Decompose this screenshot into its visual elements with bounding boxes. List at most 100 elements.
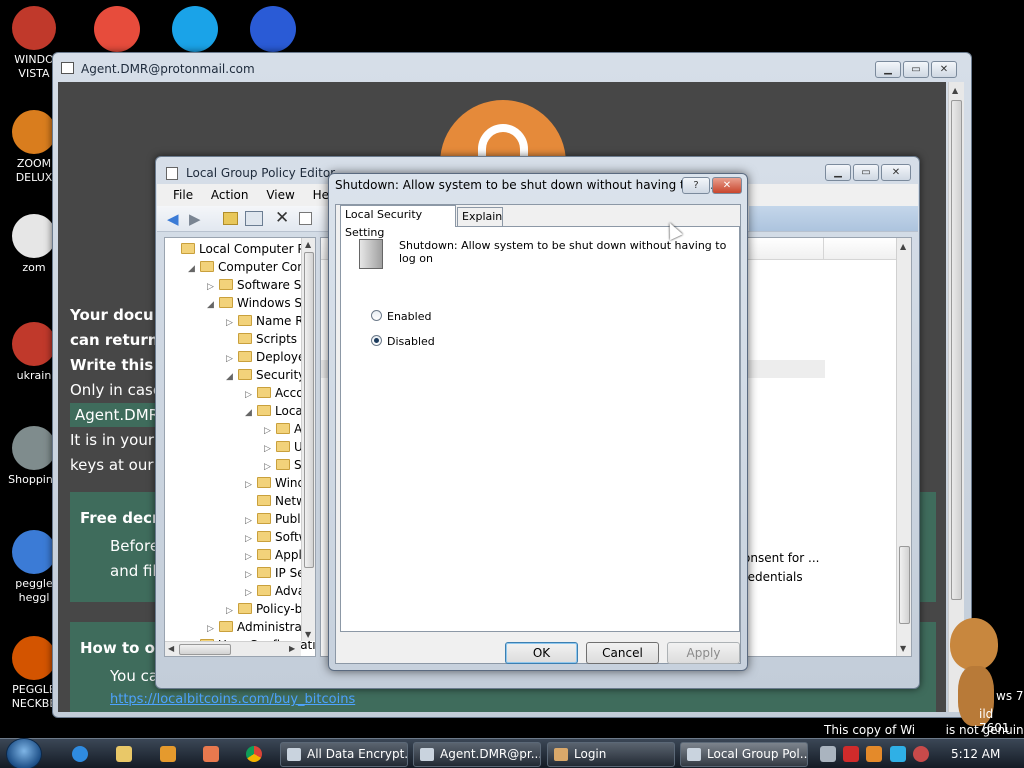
- gpe-task-icon: [687, 748, 701, 761]
- forward-arrow-icon[interactable]: ▶: [189, 210, 201, 228]
- tree-hscroll[interactable]: ◀ ▶: [165, 641, 301, 656]
- tree-node[interactable]: ▷ Deployed: [226, 348, 313, 366]
- menu-action[interactable]: Action: [211, 188, 249, 202]
- expand-arrow-icon[interactable]: ◢: [226, 368, 238, 386]
- tree-hscroll-thumb[interactable]: [179, 644, 231, 655]
- task-label-4: Local Group Pol...: [707, 747, 808, 761]
- tree-node[interactable]: Local Computer Polic: [169, 240, 316, 258]
- window-task-icon: [420, 748, 434, 761]
- folder-icon: [238, 351, 252, 362]
- tree-vscroll[interactable]: ▲ ▼: [301, 238, 315, 641]
- task-label-1: All Data Encrypt...: [307, 747, 408, 761]
- folder-icon: [238, 369, 252, 380]
- folder-icon: [181, 243, 195, 254]
- how-to-obtain-line-1: You ca: [110, 667, 159, 685]
- expand-arrow-icon[interactable]: ◢: [245, 404, 257, 422]
- gpe-close-button[interactable]: ✕: [881, 164, 911, 181]
- properties-icon[interactable]: [299, 212, 312, 225]
- tray-antivirus-icon[interactable]: [843, 746, 859, 762]
- clock[interactable]: 5:12 AM: [951, 747, 1000, 761]
- folder-icon: [276, 423, 290, 434]
- radio-disabled[interactable]: Disabled: [371, 335, 435, 348]
- tree-node-label: Local Computer Polic: [199, 242, 316, 256]
- cancel-button[interactable]: Cancel: [586, 642, 659, 664]
- menu-file[interactable]: File: [173, 188, 193, 202]
- windows-vista-glyph: [12, 6, 56, 50]
- task-all-data-encrypted[interactable]: All Data Encrypt...: [280, 742, 408, 767]
- task-agent-dmr[interactable]: Agent.DMR@pr...: [413, 742, 541, 767]
- right-item-2[interactable]: redentials: [743, 570, 803, 584]
- tree-node[interactable]: ▷ Software Setti: [207, 276, 315, 294]
- folder-icon: [257, 387, 271, 398]
- apply-button[interactable]: Apply: [667, 642, 740, 664]
- skype-icon[interactable]: [172, 6, 218, 52]
- folder-icon: [257, 495, 271, 506]
- tray-app-icon[interactable]: [866, 746, 882, 762]
- tray-monitor-icon[interactable]: [890, 746, 906, 762]
- watermark-build: ws 7: [996, 689, 1024, 703]
- tree-vscroll-thumb[interactable]: [304, 252, 314, 568]
- scroll-up-arrow[interactable]: ▲: [952, 86, 958, 95]
- tree-node[interactable]: ◢ Computer Config: [188, 258, 315, 278]
- internet-explorer-icon[interactable]: [72, 746, 88, 762]
- tray-network-icon[interactable]: [820, 746, 836, 762]
- radio-disabled-circle[interactable]: [371, 335, 382, 346]
- tab-explain[interactable]: Explain: [457, 207, 503, 227]
- right-vscroll[interactable]: ▲ ▼: [896, 238, 911, 656]
- delete-icon[interactable]: ✕: [275, 208, 289, 228]
- ransom-line-3: Write this I: [70, 356, 165, 374]
- app-icon[interactable]: [203, 746, 219, 762]
- dialog-close-button[interactable]: ✕: [712, 177, 742, 194]
- folder-icon: [238, 333, 252, 344]
- tab-local-security-setting[interactable]: Local Security Setting: [340, 205, 456, 239]
- taskbar: All Data Encrypt... Agent.DMR@pr... Logi…: [0, 738, 1024, 768]
- scroll-thumb[interactable]: [951, 100, 962, 600]
- back-arrow-icon[interactable]: ◀: [167, 210, 179, 228]
- gpe-minimize-button[interactable]: ▁: [825, 164, 851, 181]
- expand-arrow-icon[interactable]: ◢: [207, 296, 219, 314]
- window-task-icon: [287, 748, 301, 761]
- right-vscroll-thumb[interactable]: [899, 546, 910, 624]
- right-item-1[interactable]: onsent for ...: [743, 551, 819, 565]
- app-top-icon-2[interactable]: [94, 6, 140, 52]
- expand-arrow-icon[interactable]: ◢: [188, 260, 200, 278]
- folder-icon: [200, 261, 214, 272]
- minimize-button[interactable]: ▁: [875, 61, 901, 78]
- tray-speaker-icon[interactable]: [913, 746, 929, 762]
- task-label-2: Agent.DMR@pr...: [440, 747, 541, 761]
- ransom-window-title: Agent.DMR@protonmail.com: [81, 62, 255, 76]
- radio-enabled-label: Enabled: [387, 310, 432, 323]
- start-button[interactable]: [6, 738, 42, 768]
- folder-icon: [257, 477, 271, 488]
- menu-view[interactable]: View: [266, 188, 294, 202]
- maximize-button[interactable]: ▭: [903, 61, 929, 78]
- ok-button[interactable]: OK: [505, 642, 578, 664]
- chrome-icon[interactable]: [246, 746, 262, 762]
- radio-enabled-circle[interactable]: [371, 310, 382, 321]
- free-decrypt-line-1: Before: [110, 537, 160, 555]
- folder-icon: [257, 549, 271, 560]
- dialog-body: Local Security Setting Explain Shutdown:…: [335, 204, 741, 664]
- close-button[interactable]: ✕: [931, 61, 957, 78]
- folder-icon: [257, 567, 271, 578]
- zoom-deluxe-glyph: [12, 110, 56, 154]
- window-icon: [61, 62, 74, 74]
- up-folder-icon[interactable]: [223, 212, 238, 225]
- media-player-icon[interactable]: [160, 746, 176, 762]
- zombies-glyph: [12, 214, 56, 258]
- tab-panel: Shutdown: Allow system to be shut down w…: [340, 226, 740, 632]
- bitcoin-link[interactable]: https://localbitcoins.com/buy_bitcoins: [110, 692, 355, 707]
- explorer-folder-icon[interactable]: [116, 746, 132, 762]
- folder-icon: [276, 441, 290, 452]
- folder-icon: [257, 405, 271, 416]
- task-login[interactable]: Login: [547, 742, 675, 767]
- globe-game-icon[interactable]: [250, 6, 296, 52]
- radio-enabled[interactable]: Enabled: [371, 310, 431, 323]
- help-button[interactable]: ?: [682, 177, 710, 194]
- tree-node[interactable]: ▷ Administrativ: [207, 618, 315, 636]
- show-hide-tree-icon[interactable]: [245, 211, 263, 226]
- tree-node[interactable]: ◢ Windows Sett: [207, 294, 315, 314]
- gpe-maximize-button[interactable]: ▭: [853, 164, 879, 181]
- shopping-glyph: [12, 426, 56, 470]
- task-local-group-policy[interactable]: Local Group Pol...: [680, 742, 808, 767]
